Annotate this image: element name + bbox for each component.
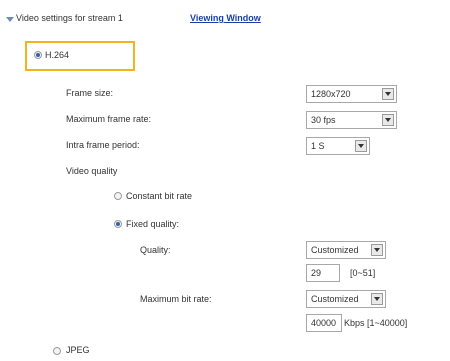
max-bit-rate-label: Maximum bit rate: <box>140 294 212 304</box>
intra-frame-value: 1 S <box>311 141 325 151</box>
frame-size-select[interactable]: 1280x720 <box>306 85 397 103</box>
quality-value: Customized <box>311 245 359 255</box>
frame-size-value: 1280x720 <box>311 89 351 99</box>
constant-bit-rate-label: Constant bit rate <box>126 191 193 201</box>
frame-size-label: Frame size: <box>66 88 114 98</box>
h264-radio[interactable] <box>34 51 42 59</box>
bit-rate-unit-hint: Kbps [1~40000] <box>344 318 408 328</box>
quality-select[interactable]: Customized <box>306 241 386 259</box>
chevron-down-icon[interactable] <box>382 88 394 100</box>
intra-frame-label: Intra frame period: <box>66 140 140 150</box>
bit-rate-input[interactable]: 40000 <box>306 314 342 332</box>
jpeg-radio[interactable] <box>53 347 61 355</box>
chevron-down-icon[interactable] <box>382 114 394 126</box>
quality-label: Quality: <box>140 245 171 255</box>
viewing-window-link[interactable]: Viewing Window <box>190 13 261 23</box>
max-frame-rate-value: 30 fps <box>311 115 336 125</box>
chevron-down-icon[interactable] <box>371 244 383 256</box>
max-bit-rate-value: Customized <box>311 294 359 304</box>
intra-frame-select[interactable]: 1 S <box>306 137 370 155</box>
collapse-arrow-icon[interactable] <box>6 17 14 22</box>
fixed-quality-label: Fixed quality: <box>126 219 180 229</box>
chevron-down-icon[interactable] <box>355 140 367 152</box>
constant-bit-rate-radio[interactable] <box>114 192 122 200</box>
max-frame-rate-label: Maximum frame rate: <box>66 114 152 124</box>
stream-settings-title: Video settings for stream 1 <box>16 13 123 23</box>
jpeg-label: JPEG <box>66 345 90 355</box>
max-frame-rate-select[interactable]: 30 fps <box>306 111 397 129</box>
h264-label: H.264 <box>45 50 70 60</box>
max-bit-rate-select[interactable]: Customized <box>306 290 386 308</box>
quality-input[interactable]: 29 <box>306 264 340 282</box>
video-quality-label: Video quality <box>66 166 118 176</box>
quality-range-hint: [0~51] <box>350 268 376 278</box>
fixed-quality-radio[interactable] <box>114 220 122 228</box>
chevron-down-icon[interactable] <box>371 293 383 305</box>
